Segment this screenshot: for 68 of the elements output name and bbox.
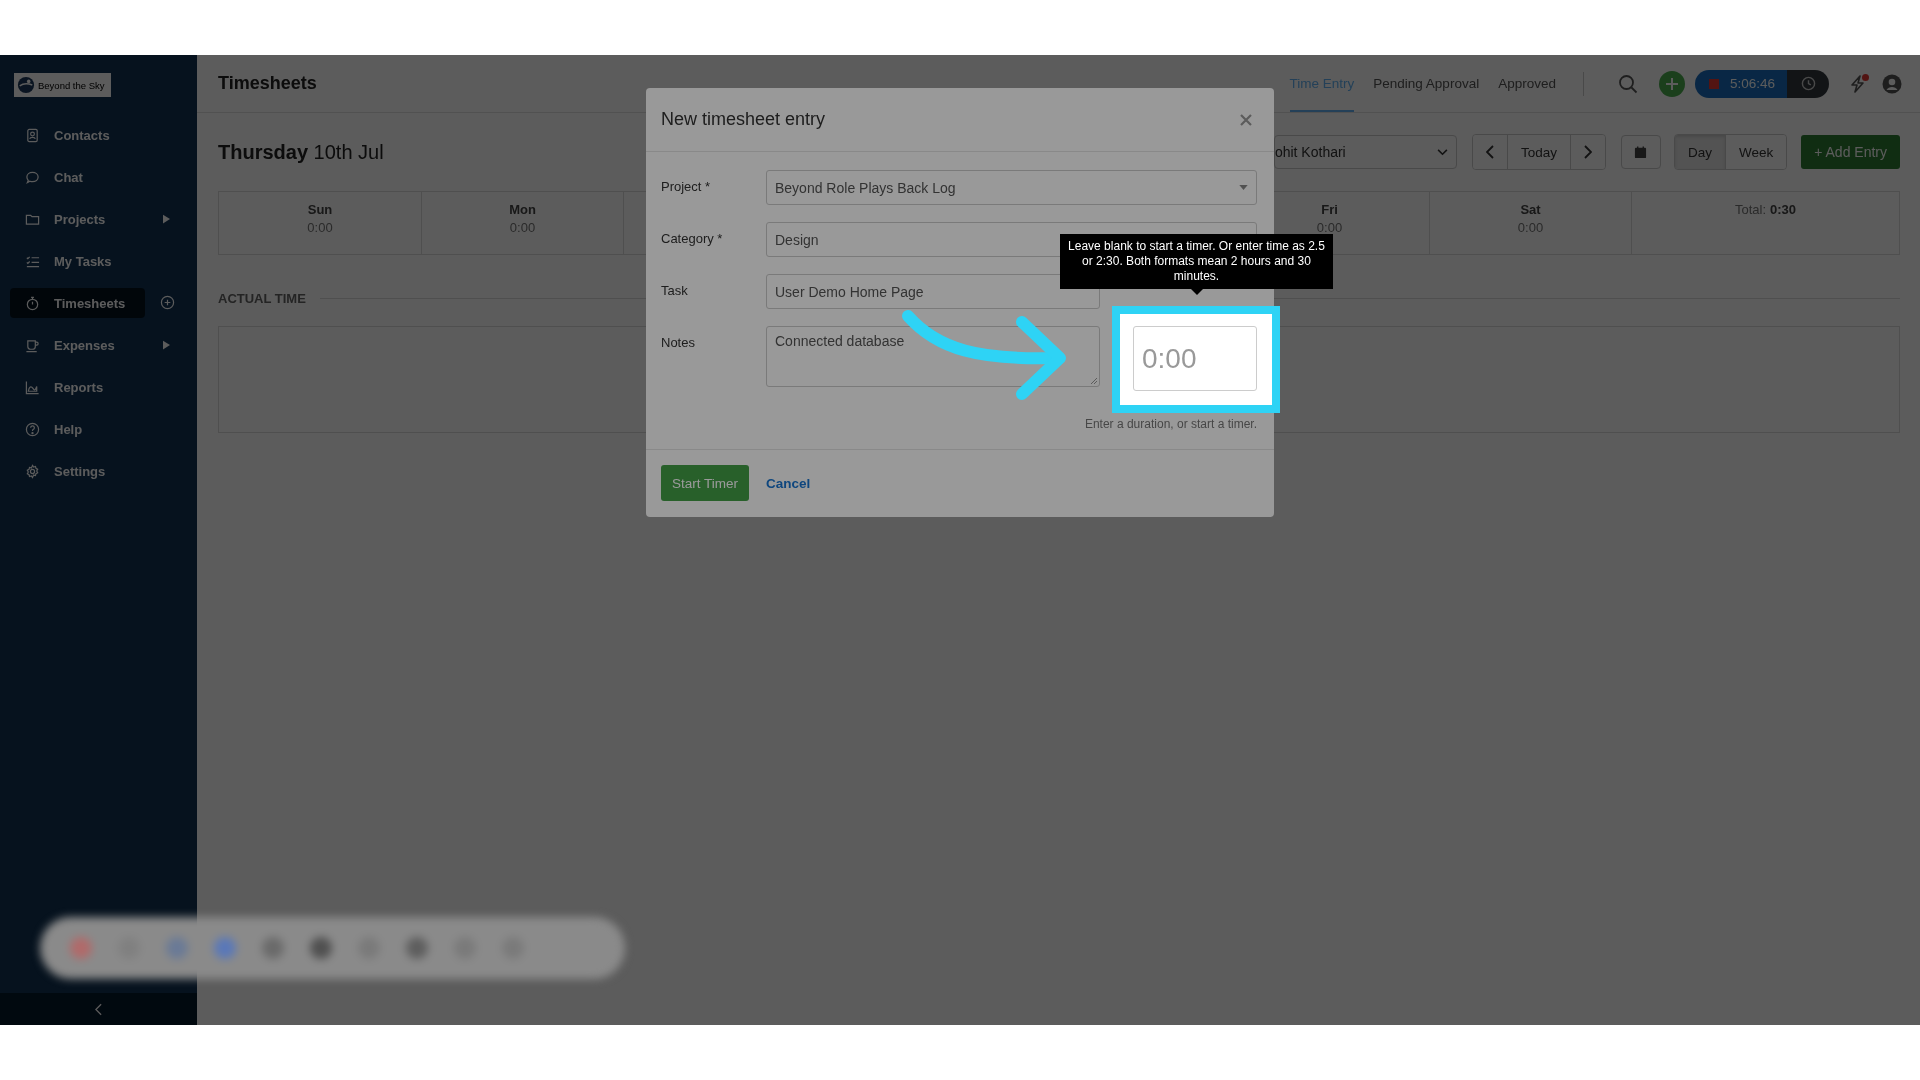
logo-text: Beyond the Sky	[38, 79, 105, 91]
cancel-link[interactable]: Cancel	[766, 475, 811, 491]
view-toggle[interactable]: Week	[1724, 135, 1787, 169]
tab[interactable]: Time Entry	[1289, 55, 1355, 112]
start-timer-button[interactable]: Start Timer	[661, 465, 749, 501]
search-icon[interactable]	[1617, 73, 1638, 94]
section-heading: ACTUAL TIME	[218, 291, 306, 306]
chart-icon	[25, 379, 40, 395]
day-name: Mon	[509, 202, 536, 217]
hint-text: Enter a duration, or start a timer.	[1083, 417, 1257, 431]
expand-arrow-icon[interactable]	[163, 340, 170, 350]
add-circle-icon[interactable]	[160, 295, 175, 310]
total-value: 0:30	[1770, 202, 1797, 217]
sidebar-item[interactable]: Projects	[10, 204, 145, 234]
sidebar-item[interactable]: Settings	[10, 456, 145, 486]
expand-arrow-icon[interactable]	[163, 214, 170, 224]
clock-icon	[1800, 76, 1816, 91]
page-title: Timesheets	[218, 73, 317, 94]
tooltip: Leave blank to start a timer. Or enter time as 2.5 or 2:30. Both formats mean 2 hours and 30 minutes.	[1060, 234, 1333, 295]
cup-icon	[25, 337, 40, 353]
field-label: Task	[661, 282, 689, 298]
chat-bubble-icon	[25, 169, 40, 185]
add-entry-button[interactable]: + Add Entry	[1801, 135, 1900, 169]
plus-icon	[1664, 76, 1679, 91]
close-icon[interactable]	[1240, 113, 1252, 126]
day-name: Sat	[1520, 202, 1541, 217]
user-select[interactable]: ohit Kothari	[1273, 135, 1457, 169]
add-button[interactable]	[1658, 70, 1685, 97]
stopwatch-icon	[25, 295, 40, 311]
sidebar-item[interactable]: Help	[10, 414, 145, 444]
chevron-left-icon	[1485, 145, 1494, 159]
clock-button[interactable]	[1787, 69, 1829, 98]
chevron-right-icon	[1583, 145, 1592, 159]
sidebar-item[interactable]: Expenses	[10, 330, 145, 360]
text-field[interactable]: User Demo Home Page	[766, 274, 1100, 309]
calendar-icon	[1634, 145, 1648, 159]
time-input[interactable]: 0:00	[1133, 326, 1257, 391]
sidebar-item[interactable]: Chat	[10, 162, 145, 192]
help-icon	[25, 421, 40, 437]
view-toggle[interactable]: Day	[1674, 135, 1725, 169]
chevron-left-icon[interactable]	[95, 1002, 102, 1016]
calendar-button[interactable]	[1620, 135, 1661, 169]
select-field[interactable]: Beyond Role Plays Back Log	[766, 170, 1257, 205]
caret-down-icon	[1239, 185, 1248, 190]
tab[interactable]: Approved	[1498, 55, 1556, 112]
user-avatar-icon[interactable]	[1882, 73, 1902, 94]
field-label: Project *	[661, 178, 712, 194]
dialog-title: New timesheet entry	[661, 109, 826, 130]
date-heading: Thursday 10th Jul	[218, 140, 384, 164]
settings-icon	[25, 463, 40, 479]
field-label: Notes	[661, 334, 696, 350]
sidebar-item[interactable]: Contacts	[10, 120, 145, 150]
contact-card-icon	[25, 127, 40, 143]
sidebar-item[interactable]: Reports	[10, 372, 145, 402]
tab[interactable]: Pending Approval	[1373, 55, 1480, 112]
day-name: Sun	[307, 202, 333, 217]
today-button[interactable]: Today	[1506, 135, 1570, 169]
stop-icon	[1708, 78, 1719, 89]
timer-button[interactable]: 5:06:46	[1694, 69, 1787, 98]
next-button[interactable]	[1569, 135, 1605, 169]
globe-logo-icon	[17, 76, 35, 94]
sidebar-item[interactable]: Timesheets	[10, 288, 145, 318]
field-label: Category *	[661, 230, 724, 246]
previous-button[interactable]	[1472, 135, 1507, 169]
day-name: Fri	[1321, 202, 1338, 217]
chevron-down-icon	[1436, 148, 1448, 156]
sidebar-item[interactable]: My Tasks	[10, 246, 145, 276]
resize-grip-icon	[1090, 377, 1098, 385]
